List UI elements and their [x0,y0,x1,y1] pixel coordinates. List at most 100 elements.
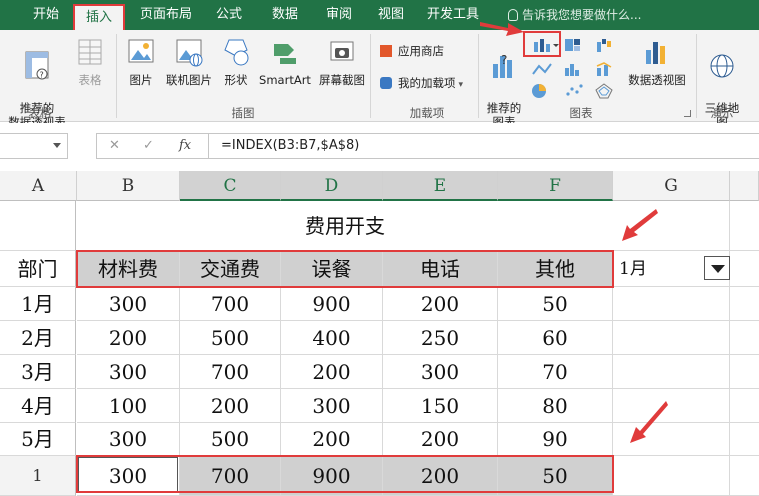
combo-chart-button[interactable] [594,60,622,78]
data-cell[interactable]: 300 [77,287,180,321]
col-header-f[interactable]: F [498,171,613,201]
data-cell[interactable]: 60 [498,321,613,355]
hierarchy-chart-button[interactable] [562,36,590,54]
chevron-down-icon[interactable] [53,143,61,148]
col-header-b[interactable]: B [77,171,180,201]
cell-g8[interactable] [613,456,730,496]
my-addins-button[interactable]: 我的加载项 ▾ [380,74,463,92]
header-cell[interactable]: 其他 [498,251,613,287]
name-box[interactable] [0,133,68,159]
month-label[interactable]: 4月 [0,389,76,423]
tell-me-box[interactable]: 告诉我您想要做什么... [508,0,641,30]
empty-cell[interactable] [613,321,730,355]
tab-home[interactable]: 开始 [20,0,72,30]
col-header-d[interactable]: D [281,171,383,201]
charts-dialog-launcher-icon[interactable] [684,110,691,117]
col-header-a[interactable]: A [0,171,77,201]
tab-formulas[interactable]: 公式 [206,0,252,30]
shapes-button[interactable]: 形状 [218,36,254,87]
waterfall-chart-button[interactable] [594,36,622,54]
header-cell[interactable]: 材料费 [77,251,180,287]
result-cell[interactable]: 200 [383,456,498,496]
scatter-chart-button[interactable] [562,82,590,100]
col-header-g[interactable]: G [613,171,730,201]
sheet-title[interactable]: 费用开支 [77,201,613,251]
data-cell[interactable]: 150 [383,389,498,423]
dept-label[interactable]: 部门 [0,251,76,287]
data-cell[interactable]: 300 [281,389,383,423]
cell-h8[interactable] [730,456,759,496]
data-cell[interactable]: 50 [498,287,613,321]
data-cell[interactable]: 300 [383,355,498,389]
empty-cell[interactable] [613,355,730,389]
data-cell[interactable]: 70 [498,355,613,389]
col-header-e[interactable]: E [383,171,498,201]
screenshot-label: 屏幕截图 [319,73,365,87]
tab-data[interactable]: 数据 [262,0,308,30]
data-cell[interactable]: 90 [498,423,613,456]
my-addins-label: 我的加载项 [398,76,456,90]
formula-input[interactable]: =INDEX(B3:B7,$A$8) [208,133,759,159]
enter-icon[interactable]: ✓ [143,138,154,153]
data-cell[interactable]: 400 [281,321,383,355]
smartart-button[interactable]: SmartArt [256,36,314,87]
header-cell[interactable]: 电话 [383,251,498,287]
screenshot-button[interactable]: 屏幕截图 [316,36,368,87]
result-cell[interactable]: 700 [180,456,281,496]
data-cell[interactable]: 500 [180,321,281,355]
result-cell[interactable]: 900 [281,456,383,496]
data-cell[interactable]: 200 [281,355,383,389]
data-cell[interactable]: 200 [180,389,281,423]
cell-h2[interactable] [730,201,759,251]
result-cell[interactable]: 300 [77,456,180,496]
header-cell[interactable]: 误餐 [281,251,383,287]
tab-view[interactable]: 视图 [368,0,414,30]
line-chart-button[interactable] [530,60,556,78]
col-header-c[interactable]: C [180,171,281,201]
empty-cell[interactable] [613,287,730,321]
table-button[interactable]: 表格 [72,36,108,87]
month-label[interactable]: 3月 [0,355,76,389]
data-cell[interactable]: 80 [498,389,613,423]
cancel-icon[interactable]: ✕ [109,138,120,153]
recommended-charts-button[interactable]: ? 推荐的 图表 [484,36,524,129]
insert-function-icon[interactable]: fx [179,138,191,153]
col-header-h[interactable] [730,171,759,201]
empty-cell[interactable] [730,389,759,423]
data-cell[interactable]: 300 [77,355,180,389]
radar-chart-button[interactable] [594,82,622,100]
data-cell[interactable]: 300 [77,423,180,456]
data-cell[interactable]: 700 [180,287,281,321]
data-cell[interactable]: 500 [180,423,281,456]
dropdown-arrow-icon[interactable] [704,256,730,280]
store-icon [380,45,392,57]
month-label[interactable]: 2月 [0,321,76,355]
data-cell[interactable]: 200 [281,423,383,456]
statistic-chart-button[interactable] [562,60,590,78]
data-cell[interactable]: 250 [383,321,498,355]
tab-page-layout[interactable]: 页面布局 [132,0,200,30]
empty-cell[interactable] [730,423,759,456]
data-cell[interactable]: 900 [281,287,383,321]
online-picture-button[interactable]: 联机图片 [162,36,216,87]
data-cell[interactable]: 200 [77,321,180,355]
picture-button[interactable]: 图片 [122,36,160,87]
pivotchart-button[interactable]: 数据透视图 [626,36,688,87]
data-cell[interactable]: 200 [383,423,498,456]
result-cell[interactable]: 50 [498,456,613,496]
tab-insert[interactable]: 插入 [73,4,125,30]
month-label[interactable]: 5月 [0,423,76,456]
data-cell[interactable]: 700 [180,355,281,389]
cell-h3[interactable] [730,251,759,287]
empty-cell[interactable] [730,321,759,355]
header-cell[interactable]: 交通费 [180,251,281,287]
data-cell[interactable]: 100 [77,389,180,423]
empty-cell[interactable] [730,287,759,321]
pie-chart-button[interactable] [530,82,556,100]
data-cell[interactable]: 200 [383,287,498,321]
empty-cell[interactable] [730,355,759,389]
month-label[interactable]: 1月 [0,287,76,321]
tab-review[interactable]: 审阅 [316,0,362,30]
row-header-8[interactable]: 1 [0,456,76,496]
store-button[interactable]: 应用商店 [380,42,444,60]
